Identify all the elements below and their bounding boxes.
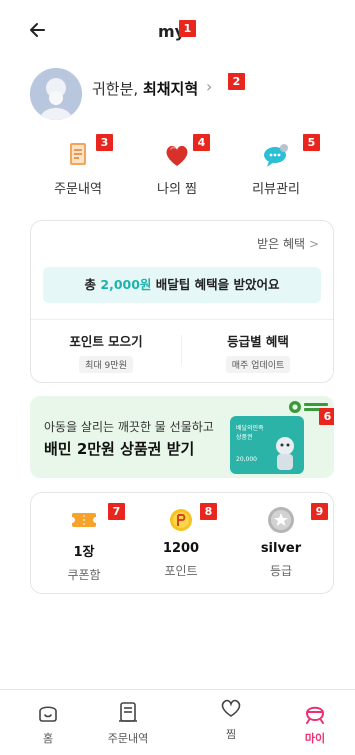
avatar-image bbox=[30, 68, 82, 120]
nav-wishlist[interactable]: 찜 bbox=[196, 696, 266, 742]
tip-amount: 2,000원 bbox=[100, 277, 152, 292]
collect-points-chip: 최대 9만원 bbox=[79, 356, 133, 373]
grade-benefits-button[interactable]: 등급별 혜택 매주 업데이트 bbox=[183, 331, 333, 373]
heart-outline-icon bbox=[221, 699, 241, 717]
arrow-left-icon[interactable] bbox=[28, 20, 48, 40]
nav-orders-label: 주문내역 bbox=[107, 732, 149, 745]
points-button[interactable]: 1200 포인트 8 bbox=[131, 503, 231, 579]
nav-my[interactable]: 마이 bbox=[280, 700, 350, 746]
stats-card: 1장 쿠폰함 7 1200 포인트 8 silver 등급 9 bbox=[30, 492, 334, 594]
promo-line-1: 아동을 살리는 깨끗한 물 선물하고 bbox=[44, 420, 214, 434]
delivery-tip-banner: 총 2,000원 배달팁 혜택을 받았어요 bbox=[43, 267, 321, 303]
gift-card-amount: 20,000 bbox=[236, 456, 257, 463]
marker-badge: 6 bbox=[319, 408, 334, 425]
header-bar: my 1 bbox=[0, 0, 355, 58]
divider bbox=[31, 319, 333, 320]
chevron-right-icon[interactable]: › bbox=[206, 77, 212, 96]
gift-card-title-2: 상품권 bbox=[236, 434, 253, 441]
heart-icon bbox=[166, 145, 188, 166]
points-label: 포인트 bbox=[164, 564, 198, 578]
chevron-right-icon: > bbox=[308, 237, 319, 251]
coupon-label: 쿠폰함 bbox=[67, 568, 101, 582]
nav-home-label: 홈 bbox=[42, 732, 54, 745]
marker-badge: 1 bbox=[179, 20, 196, 37]
mascot-icon bbox=[276, 437, 294, 470]
profile-greeting: 귀한분, bbox=[92, 80, 139, 98]
promo-line-2: 배민 2만원 상품권 받기 bbox=[44, 440, 195, 458]
profile-row[interactable]: 귀한분, 최채지혁 › 2 bbox=[30, 68, 330, 124]
grade-medal-icon bbox=[268, 507, 294, 533]
tip-suffix: 배달팁 혜택을 받았어요 bbox=[155, 277, 280, 292]
promo-banner[interactable]: 아동을 살리는 깨끗한 물 선물하고 배민 2만원 상품권 받기 배달의민족 상… bbox=[30, 396, 334, 478]
received-benefits-label: 받은 혜택 bbox=[257, 237, 306, 251]
nav-home[interactable]: 홈 bbox=[13, 700, 83, 746]
home-icon bbox=[39, 706, 57, 722]
received-benefits-link[interactable]: 받은 혜택 > bbox=[257, 235, 319, 252]
grade-label: 등급 bbox=[269, 564, 293, 578]
marker-badge: 2 bbox=[228, 73, 245, 90]
bottom-nav: 홈 주문내역 찜 마이 bbox=[0, 689, 355, 755]
marker-badge: 9 bbox=[311, 503, 328, 520]
nav-my-label: 마이 bbox=[304, 732, 326, 745]
benefit-card: 받은 혜택 > 총 2,000원 배달팁 혜택을 받았어요 포인트 모으기 최대… bbox=[30, 220, 334, 383]
points-value: 1200 bbox=[162, 541, 200, 556]
receipt-icon bbox=[119, 702, 137, 722]
quick-menu-reviews[interactable]: 리뷰관리 5 bbox=[217, 134, 335, 206]
avatar[interactable] bbox=[30, 68, 82, 120]
review-bubble-icon bbox=[264, 144, 288, 167]
marker-badge: 7 bbox=[108, 503, 125, 520]
collect-points-button[interactable]: 포인트 모으기 최대 9만원 bbox=[31, 331, 181, 373]
divider bbox=[181, 335, 182, 365]
coupon-icon bbox=[69, 513, 99, 527]
grade-button[interactable]: silver 등급 9 bbox=[231, 503, 331, 579]
grade-value: silver bbox=[260, 541, 302, 556]
grade-benefits-chip: 매주 업데이트 bbox=[225, 356, 291, 373]
coupon-box-button[interactable]: 1장 쿠폰함 7 bbox=[34, 503, 134, 583]
marker-badge: 8 bbox=[200, 503, 217, 520]
collect-points-title: 포인트 모으기 bbox=[69, 334, 143, 349]
point-coin-icon bbox=[170, 509, 192, 531]
quick-menu-label: 리뷰관리 bbox=[252, 182, 300, 197]
marker-badge: 5 bbox=[303, 134, 320, 151]
coupon-count: 1장 bbox=[73, 545, 95, 560]
profile-username: 최채지혁 bbox=[142, 80, 199, 98]
tip-prefix: 총 bbox=[84, 277, 97, 292]
marker-badge: 3 bbox=[96, 134, 113, 151]
gift-card-title-1: 배달의민족 bbox=[236, 425, 264, 432]
my-face-icon bbox=[305, 706, 325, 724]
marker-badge: 4 bbox=[193, 134, 210, 151]
gift-card-image: 배달의민족 상품권 20,000 bbox=[230, 416, 304, 474]
order-history-icon bbox=[70, 143, 86, 165]
nav-orders[interactable]: 주문내역 bbox=[93, 700, 163, 746]
nav-wishlist-label: 찜 bbox=[225, 728, 237, 741]
profile-name[interactable]: 귀한분, 최채지혁 bbox=[92, 78, 198, 99]
gift-card-title: 배달의민족 상품권 bbox=[236, 424, 264, 442]
grade-benefits-title: 등급별 혜택 bbox=[227, 334, 289, 349]
